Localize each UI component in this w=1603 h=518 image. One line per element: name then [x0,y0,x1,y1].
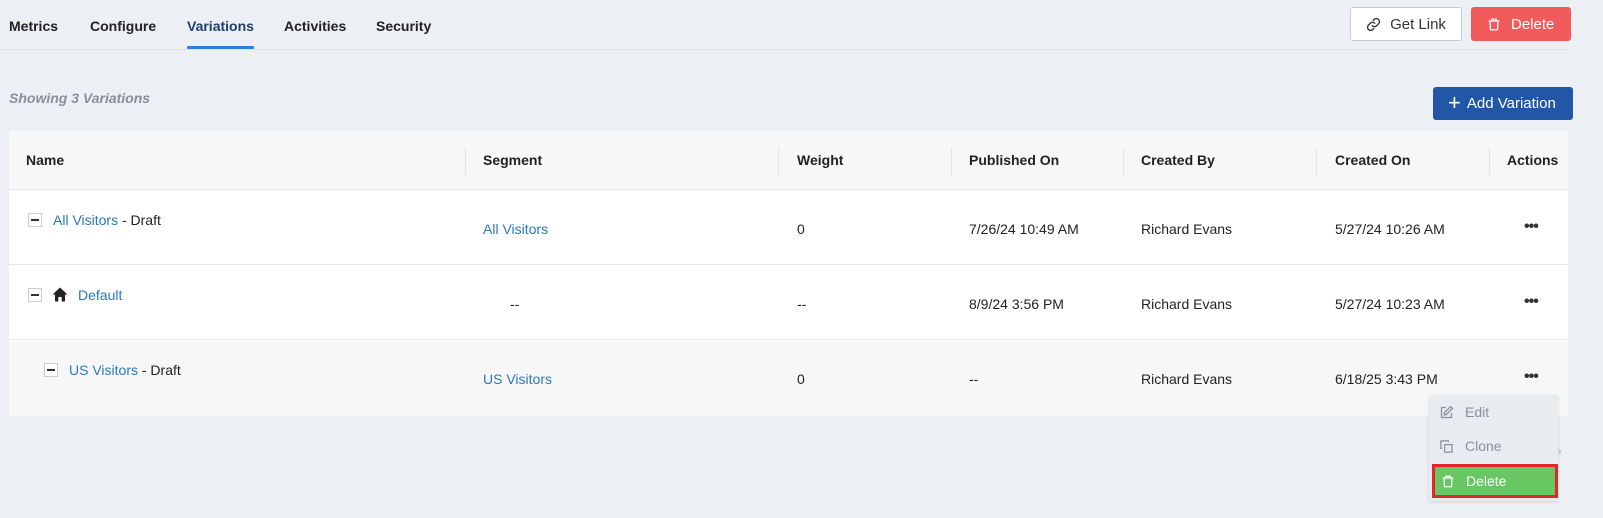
created-by-cell: Richard Evans [1141,221,1233,237]
column-header-created-by[interactable]: Created By [1141,152,1215,168]
trash-icon [1442,475,1454,487]
edit-icon [1440,405,1454,418]
clone-icon [1440,439,1453,453]
column-header-published-on[interactable]: Published On [969,152,1059,168]
collapse-toggle[interactable] [44,363,58,377]
column-header-name[interactable]: Name [26,152,64,168]
column-header-segment[interactable]: Segment [483,152,542,168]
table-row: Default -- -- 8/9/24 3:56 PM Richard Eva… [9,265,1568,340]
row-actions-button[interactable]: ••• [1524,293,1539,311]
segment-link[interactable]: US Visitors [483,371,552,387]
link-icon [1366,17,1381,31]
column-divider [778,147,779,175]
column-header-weight[interactable]: Weight [797,152,843,168]
column-divider [465,147,466,175]
get-link-label: Get Link [1390,15,1446,33]
variation-name-link[interactable]: US Visitors [69,362,138,378]
column-divider [1489,147,1490,175]
variation-status: - Draft [118,212,161,228]
tab-activities[interactable]: Activities [284,18,346,34]
variations-table: Name Segment Weight Published On Created… [9,131,1568,416]
weight-cell: 0 [797,371,805,387]
menu-item-delete-label: Delete [1466,473,1507,489]
row-actions-menu: Edit Clone Delete [1429,395,1558,501]
table-row: US Visitors - Draft US Visitors 0 -- Ric… [9,341,1568,416]
tab-security[interactable]: Security [376,18,431,34]
variation-status: - Draft [137,362,181,378]
add-variation-button[interactable]: + Add Variation [1433,87,1573,120]
variation-name-link[interactable]: All Visitors [53,212,118,228]
column-divider [1123,147,1124,175]
variation-name-cell: US Visitors - Draft [69,362,181,378]
table-row: All Visitors - Draft All Visitors 0 7/26… [9,190,1568,265]
delete-label: Delete [1511,15,1555,33]
menu-item-edit[interactable]: Edit [1429,395,1558,429]
menu-item-clone-label: Clone [1465,438,1502,454]
created-by-cell: Richard Evans [1141,371,1233,387]
segment-link[interactable]: All Visitors [483,221,548,237]
collapse-toggle[interactable] [28,288,42,302]
tab-configure[interactable]: Configure [90,18,156,34]
chevron-right-icon: › [1558,446,1562,457]
tab-bar: Metrics Configure Variations Activities … [0,0,1568,50]
segment-cell: -- [510,296,520,312]
variation-name-link[interactable]: Default [78,287,122,303]
weight-cell: 0 [797,221,805,237]
published-on-cell: 8/9/24 3:56 PM [969,296,1064,312]
variations-count: Showing 3 Variations [9,90,151,106]
created-on-cell: 6/18/25 3:43 PM [1335,371,1438,387]
table-header: Name Segment Weight Published On Created… [9,131,1568,190]
published-on-cell: -- [969,371,979,387]
menu-item-edit-label: Edit [1465,404,1490,420]
menu-item-clone[interactable]: Clone [1429,429,1558,463]
created-on-cell: 5/27/24 10:26 AM [1335,221,1445,237]
add-variation-label: Add Variation [1466,95,1556,112]
column-header-actions: Actions [1507,152,1559,168]
menu-item-delete[interactable]: Delete [1432,464,1558,498]
delete-button[interactable]: Delete [1471,7,1571,41]
plus-icon: + [1448,89,1461,115]
row-actions-button[interactable]: ••• [1524,218,1539,236]
trash-icon [1488,18,1500,30]
variation-name-cell: All Visitors - Draft [53,212,161,228]
column-divider [951,147,952,175]
collapse-toggle[interactable] [28,213,42,227]
published-on-cell: 7/26/24 10:49 AM [969,221,1079,237]
get-link-button[interactable]: Get Link [1350,7,1462,41]
row-actions-button[interactable]: ••• [1524,368,1539,386]
weight-cell: -- [797,296,807,312]
column-divider [1316,147,1317,175]
created-by-cell: Richard Evans [1141,296,1233,312]
created-on-cell: 5/27/24 10:23 AM [1335,296,1445,312]
column-header-created-on[interactable]: Created On [1335,152,1410,168]
tab-variations[interactable]: Variations [187,18,254,49]
tab-metrics[interactable]: Metrics [9,18,58,34]
home-icon [52,287,68,302]
